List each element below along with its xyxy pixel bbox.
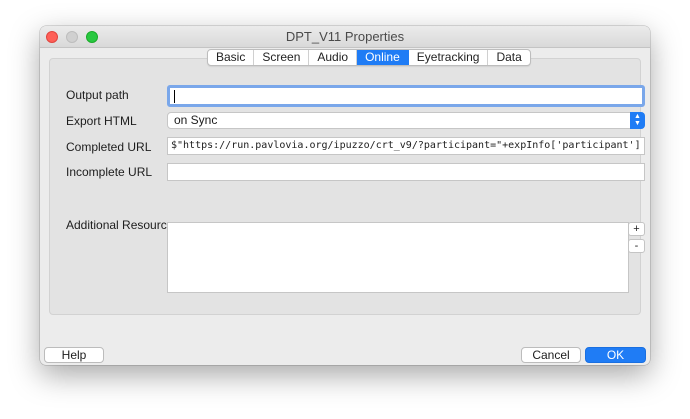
cancel-button[interactable]: Cancel: [521, 347, 581, 363]
tab-bar: Basic Screen Audio Online Eyetracking Da…: [207, 49, 531, 66]
tab-basic[interactable]: Basic: [208, 50, 255, 65]
close-window-button[interactable]: [46, 31, 58, 43]
export-html-select[interactable]: on Sync ▲ ▼: [167, 112, 645, 129]
export-html-value: on Sync: [174, 113, 218, 127]
ok-button[interactable]: OK: [585, 347, 646, 363]
text-caret: [174, 89, 175, 103]
completed-url-input[interactable]: $"https://run.pavlovia.org/ipuzzo/crt_v9…: [167, 137, 645, 155]
output-path-input[interactable]: [167, 85, 645, 107]
online-settings-panel: Output path Export HTML on Sync ▲ ▼ Compl…: [49, 58, 645, 315]
export-html-label: Export HTML: [66, 114, 137, 128]
window-title: DPT_V11 Properties: [285, 29, 405, 44]
tab-online[interactable]: Online: [357, 50, 409, 65]
tab-eyetracking[interactable]: Eyetracking: [409, 50, 489, 65]
incomplete-url-label: Incomplete URL: [66, 165, 153, 179]
additional-resources-label: Additional Resources: [66, 218, 180, 232]
add-resource-button[interactable]: +: [628, 222, 645, 236]
completed-url-label: Completed URL: [66, 140, 152, 154]
zoom-window-button[interactable]: [86, 31, 98, 43]
output-path-label: Output path: [66, 88, 129, 102]
minimize-window-button[interactable]: [66, 31, 78, 43]
remove-resource-button[interactable]: -: [628, 239, 645, 253]
tab-audio[interactable]: Audio: [309, 50, 358, 65]
incomplete-url-input[interactable]: [167, 163, 645, 181]
help-button[interactable]: Help: [44, 347, 104, 363]
tab-data[interactable]: Data: [488, 50, 529, 65]
title-bar: DPT_V11 Properties: [40, 26, 650, 48]
chevron-updown-icon: ▲ ▼: [630, 112, 645, 129]
additional-resources-list[interactable]: [167, 222, 629, 293]
tab-screen[interactable]: Screen: [254, 50, 310, 65]
properties-dialog: DPT_V11 Properties Basic Screen Audio On…: [40, 26, 650, 365]
